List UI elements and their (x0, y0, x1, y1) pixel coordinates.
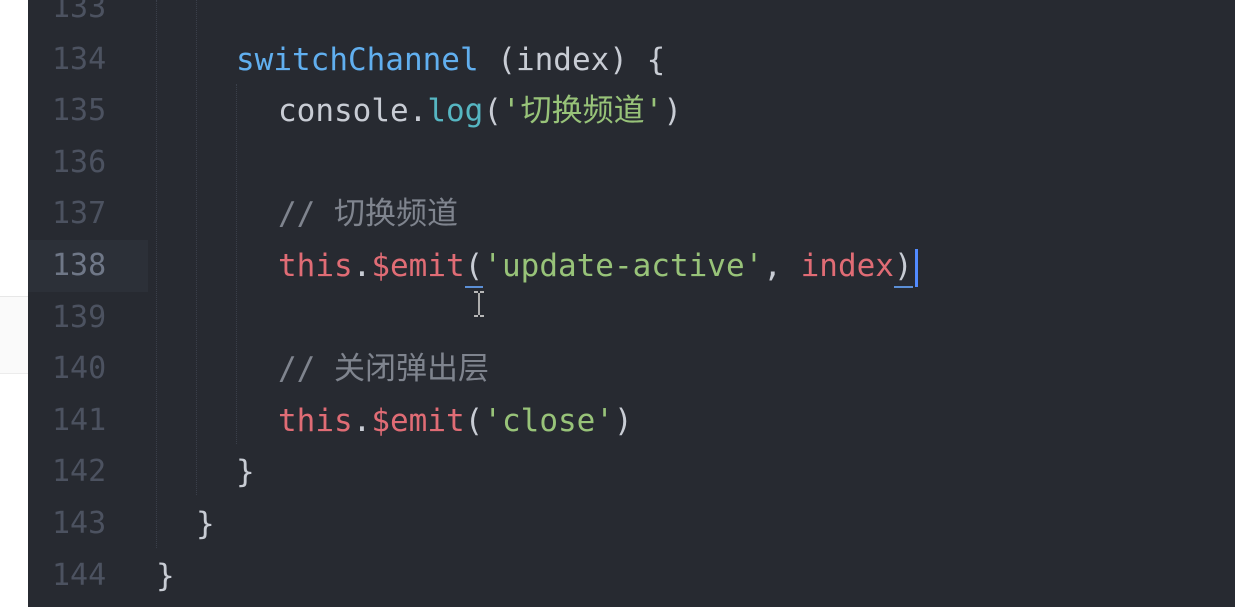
code-token: // 关闭弹出层 (278, 351, 489, 388)
code-line[interactable]: 143} (28, 498, 1235, 550)
line-number: 139 (52, 299, 107, 335)
code-token: this (278, 402, 353, 439)
code-token: switchChannel (236, 41, 479, 78)
code-token: } (236, 454, 255, 491)
line-number: 135 (52, 93, 107, 129)
line-number: 140 (52, 351, 107, 387)
code-token: $emit (371, 248, 465, 284)
matched-bracket: ( (464, 246, 484, 288)
code-token: } (156, 557, 175, 594)
code-text: // 关闭弹出层 (278, 343, 489, 395)
code-token: 'close' (483, 402, 614, 439)
code-text: } (236, 446, 255, 498)
code-text: // 切换频道 (278, 188, 458, 240)
code-token: . (352, 402, 372, 439)
code-token: ) (663, 93, 682, 130)
code-line[interactable]: 139 (28, 292, 1235, 344)
code-line[interactable]: 141 this.$emit('close') (28, 395, 1235, 447)
code-text: } (156, 550, 175, 602)
code-line[interactable]: 138 this.$emit('update-active', index) (28, 240, 1235, 292)
code-token: 'update-active' (483, 248, 764, 284)
line-number: 143 (52, 506, 107, 541)
code-editor[interactable]: 133 134 switchChannel (index) { 135 console.… (28, 0, 1235, 607)
ibeam-cursor-icon (472, 290, 486, 318)
code-token: ) (613, 402, 633, 439)
code-text: switchChannel (index) { (236, 34, 665, 86)
line-number: 142 (52, 454, 107, 490)
code-line[interactable]: 144} (28, 550, 1235, 602)
line-number: 136 (52, 144, 107, 180)
code-token: log (427, 93, 484, 130)
code-line[interactable]: 137 // 切换频道 (28, 188, 1235, 240)
code-text: this.$emit('close') (278, 395, 633, 447)
code-token: (index) { (478, 41, 666, 78)
line-number: 134 (52, 41, 107, 77)
matched-bracket: ) (893, 246, 913, 288)
code-token: this (278, 248, 353, 284)
left-panel-band (0, 296, 28, 374)
line-number: 141 (52, 402, 107, 438)
screen: 133 134 switchChannel (index) { 135 console.… (0, 0, 1235, 607)
code-line[interactable]: 133 (28, 0, 1235, 34)
line-number: 137 (52, 196, 107, 232)
left-panel-edge (0, 0, 28, 607)
code-line[interactable]: 142} (28, 446, 1235, 498)
text-caret (914, 248, 918, 287)
line-number: 138 (52, 248, 107, 283)
code-token: ( (464, 402, 484, 439)
left-panel-top (0, 0, 28, 296)
code-line[interactable]: 135 console.log('切换频道') (28, 85, 1235, 137)
code-token: ( (483, 93, 502, 130)
code-line[interactable]: 134 switchChannel (index) { (28, 34, 1235, 86)
code-token: . (352, 248, 372, 284)
line-number: 133 (52, 0, 107, 25)
code-token: } (196, 506, 215, 542)
code-text: this.$emit('update-active', index) (278, 240, 918, 292)
code-token: index (800, 248, 894, 284)
code-token: , (763, 248, 801, 284)
code-text: } (196, 498, 215, 550)
code-line[interactable]: 136 (28, 137, 1235, 189)
code-line[interactable]: 140 // 关闭弹出层 (28, 343, 1235, 395)
code-token: '切换频道' (501, 93, 664, 130)
code-token: console. (278, 93, 428, 130)
line-number: 144 (52, 557, 107, 593)
code-token: $emit (371, 402, 465, 439)
code-text: console.log('切换频道') (278, 85, 682, 137)
code-token: // 切换频道 (278, 196, 458, 233)
